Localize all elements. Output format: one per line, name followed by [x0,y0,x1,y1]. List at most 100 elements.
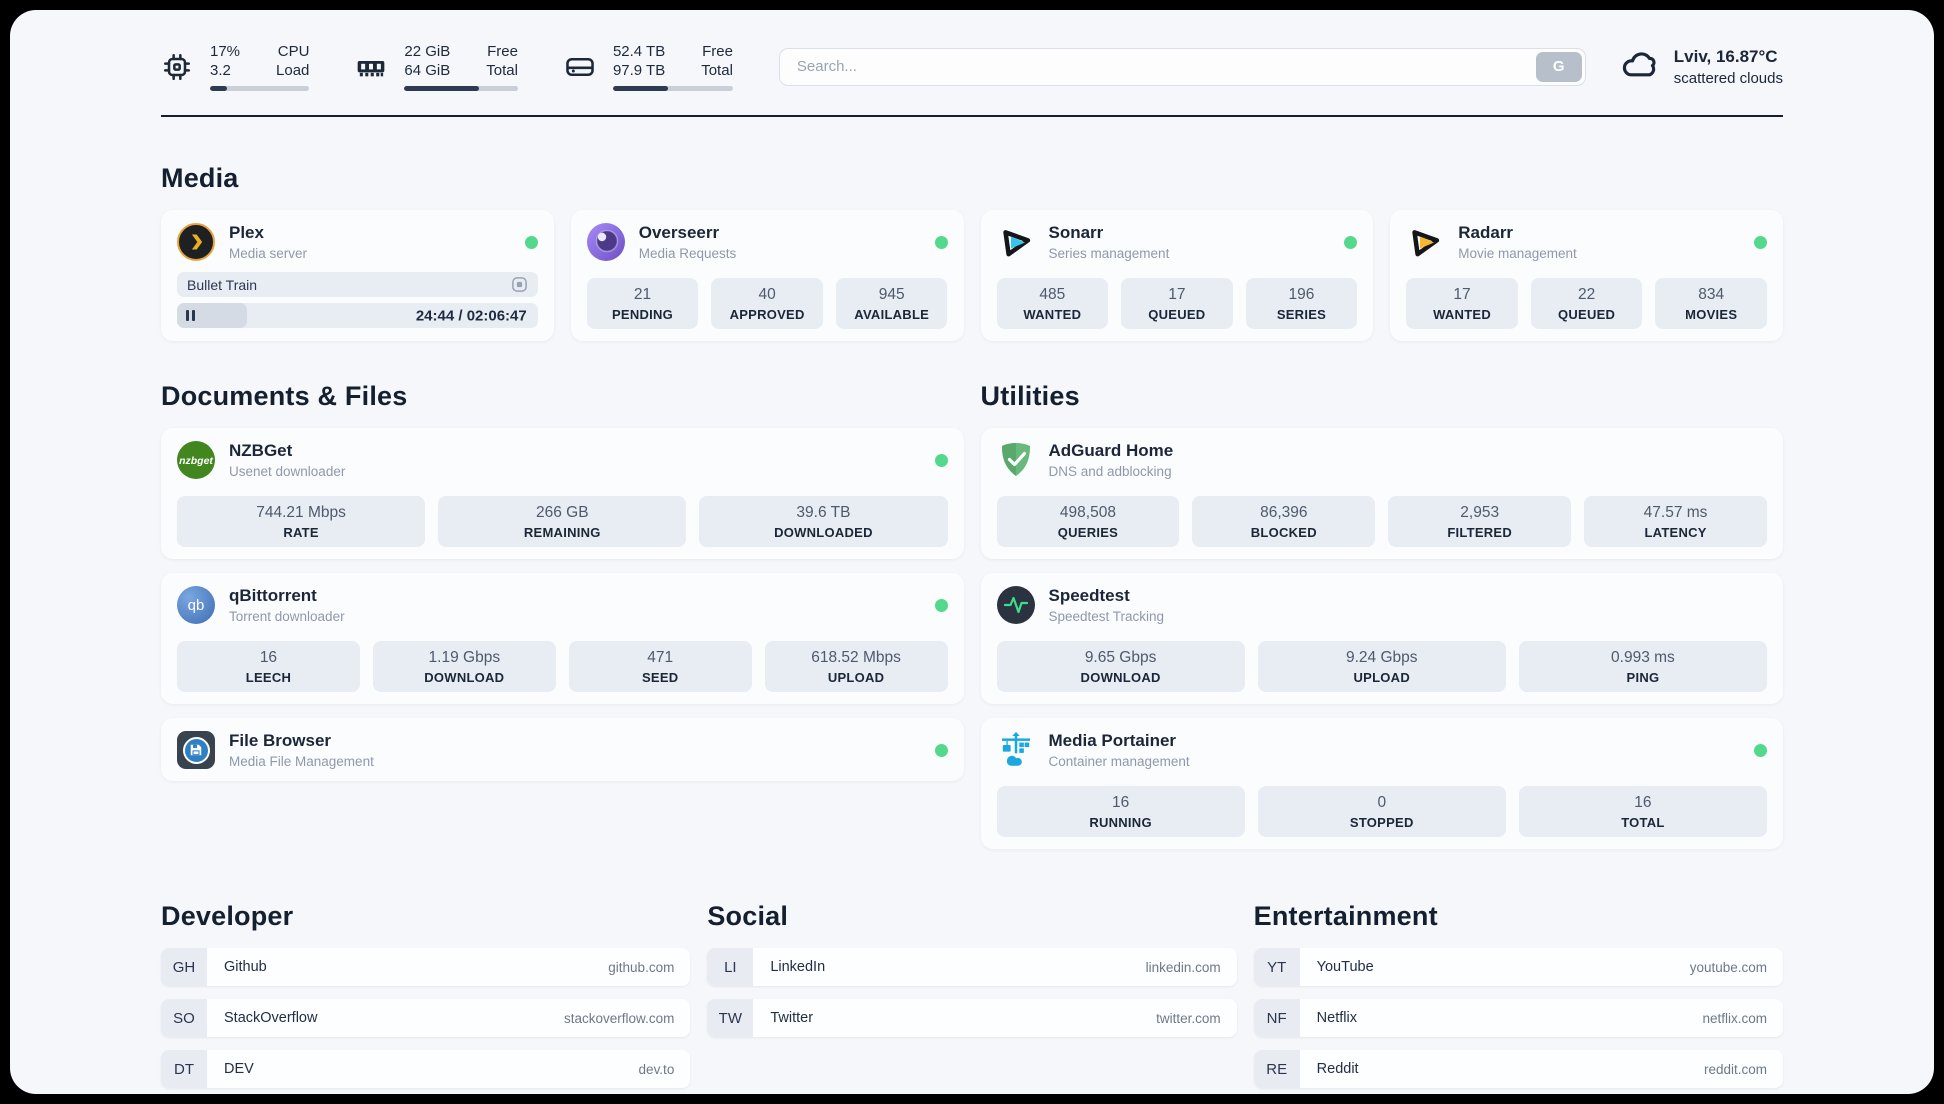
bookmark-twitter[interactable]: TW Twitter twitter.com [707,999,1237,1037]
bookmark-url: twitter.com [1156,1010,1221,1026]
bookmark-name: Netflix [1316,1010,1357,1026]
bookmark-url: stackoverflow.com [564,1010,675,1026]
status-online-dot [934,598,948,612]
cpu-load-label: Load [276,62,310,79]
app-description: Movie management [1458,246,1577,261]
cloud-icon [1620,44,1660,89]
bookmark-name: Github [224,959,267,975]
status-online-dot [1344,235,1358,249]
app-card-overseerr[interactable]: Overseerr Media Requests 21 PENDING 40 A… [570,210,964,341]
stat-movies: 834 MOVIES [1655,278,1767,329]
disk-total-label: Total [701,62,733,79]
bookmark-url: github.com [608,959,675,975]
bookmark-netflix[interactable]: NF Netflix netflix.com [1253,999,1783,1037]
app-description: Torrent downloader [229,609,345,624]
header-separator [161,115,1783,117]
search-input[interactable] [782,58,1536,75]
bookmark-stackoverflow[interactable]: SO StackOverflow stackoverflow.com [161,999,691,1037]
app-description: Usenet downloader [229,464,346,479]
disk-total-value: 97.9 TB [612,62,666,79]
stat-queries: 498,508 QUERIES [996,496,1180,547]
developer-section-title: Developer [161,901,294,931]
app-description: DNS and adblocking [1048,464,1172,479]
section-developer: Developer GH Github github.com SO StackO… [161,901,691,1094]
playback-progress-bar: 24:44 / 02:06:47 [177,303,538,328]
stat-stopped: 0 STOPPED [1257,786,1506,837]
app-name: Radarr [1458,223,1514,242]
system-stats: 17% 3.2 CPU Load 22 GiB 64 GiB Free Tota… [161,42,733,91]
app-description: Speedtest Tracking [1048,609,1165,624]
bookmark-reddit[interactable]: RE Reddit reddit.com [1253,1050,1783,1088]
stat-upload: 618.52 Mbps UPLOAD [764,641,948,692]
bookmark-abbr: LI [707,948,754,986]
memory-total-label: Total [486,62,518,79]
stat-latency: 47.57 ms LATENCY [1584,496,1767,547]
bookmark-youtube[interactable]: YT YouTube youtube.com [1253,948,1783,986]
bookmark-abbr: YT [1253,948,1300,986]
bookmark-url: netflix.com [1702,1010,1767,1026]
app-card-radarr[interactable]: Radarr Movie management 17 WANTED 22 QUE… [1390,210,1783,341]
section-entertainment: Entertainment YT YouTube youtube.com NF … [1253,901,1783,1094]
playback-time: 24:44 / 02:06:47 [415,307,527,324]
bookmark-name: DEV [224,1061,254,1077]
overseerr-icon [586,223,625,261]
app-card-nzbget[interactable]: nzbget NZBGet Usenet downloader 744.21 M… [161,428,964,559]
disk-progress-bar [612,86,733,91]
stat-running: 16 RUNNING [996,786,1245,837]
stat-wanted: 485 WANTED [996,278,1109,329]
status-online-dot [1754,743,1767,757]
disk-free-value: 52.4 TB [612,43,666,60]
cpu-progress-bar [210,86,310,91]
stat-series: 196 SERIES [1245,278,1358,329]
weather-location-temp: Lviv, 16.87°C [1673,46,1778,66]
app-description: Media server [229,246,308,261]
stat-queued: 22 QUEUED [1530,278,1643,329]
bookmark-github[interactable]: GH Github github.com [161,948,691,986]
app-card-qbittorrent[interactable]: qb qBittorrent Torrent downloader 16 LEE… [161,573,964,704]
app-card-filebrowser[interactable]: File Browser Media File Management [161,718,964,781]
status-online-dot [1754,235,1767,249]
stat-blocked: 86,396 BLOCKED [1192,496,1376,547]
bookmark-url: linkedin.com [1145,959,1221,975]
section-media: Media Plex Media server Bullet Train 24:… [161,163,1783,341]
memory-stat: 22 GiB 64 GiB Free Total [355,42,518,91]
cpu-stat: 17% 3.2 CPU Load [161,42,310,91]
filebrowser-icon [177,731,215,769]
app-name: Overseerr [638,223,720,242]
bookmark-dev[interactable]: DT DEV dev.to [161,1050,691,1088]
nzbget-icon: nzbget [177,441,215,479]
cpu-icon [161,51,193,83]
utilities-section-title: Utilities [980,381,1080,411]
app-name: Speedtest [1048,586,1130,605]
stat-seed: 471 SEED [568,641,752,692]
bookmark-name: LinkedIn [770,959,826,975]
app-card-plex[interactable]: Plex Media server Bullet Train 24:44 / 0… [161,210,554,341]
bookmark-abbr: DT [161,1050,207,1088]
disk-icon [564,51,596,83]
app-description: Container management [1048,754,1190,769]
status-online-dot [934,743,948,757]
entertainment-section-title: Entertainment [1253,901,1438,931]
dashboard-window: 17% 3.2 CPU Load 22 GiB 64 GiB Free Tota… [10,10,1934,1094]
app-card-sonarr[interactable]: Sonarr Series management 485 WANTED 17 Q… [980,210,1374,341]
stat-leech: 16 LEECH [177,641,360,692]
app-name: File Browser [229,731,332,750]
bookmark-url: reddit.com [1703,1061,1767,1077]
stat-rate: 744.21 Mbps RATE [177,496,426,547]
app-card-speedtest[interactable]: Speedtest Speedtest Tracking 9.65 Gbps D… [980,573,1783,704]
section-social: Social LI LinkedIn linkedin.com TW Twitt… [707,901,1237,1050]
app-name: Sonarr [1048,223,1104,242]
weather-widget: Lviv, 16.87°C scattered clouds [1620,44,1783,89]
stat-queued: 17 QUEUED [1121,278,1233,329]
app-card-adguard[interactable]: AdGuard Home DNS and adblocking 498,508 … [980,428,1783,559]
search-engine-button[interactable]: G [1535,51,1582,82]
stat-upload: 9.24 Gbps UPLOAD [1257,641,1506,692]
svg-text:nzbget: nzbget [179,455,213,467]
bookmark-linkedin[interactable]: LI LinkedIn linkedin.com [707,948,1237,986]
weather-condition: scattered clouds [1673,69,1783,87]
memory-free-value: 22 GiB [404,43,451,60]
stat-wanted: 17 WANTED [1406,278,1518,329]
app-card-portainer[interactable]: Media Portainer Container management 16 … [980,718,1783,849]
app-name: AdGuard Home [1048,441,1174,460]
memory-free-label: Free [487,43,518,60]
